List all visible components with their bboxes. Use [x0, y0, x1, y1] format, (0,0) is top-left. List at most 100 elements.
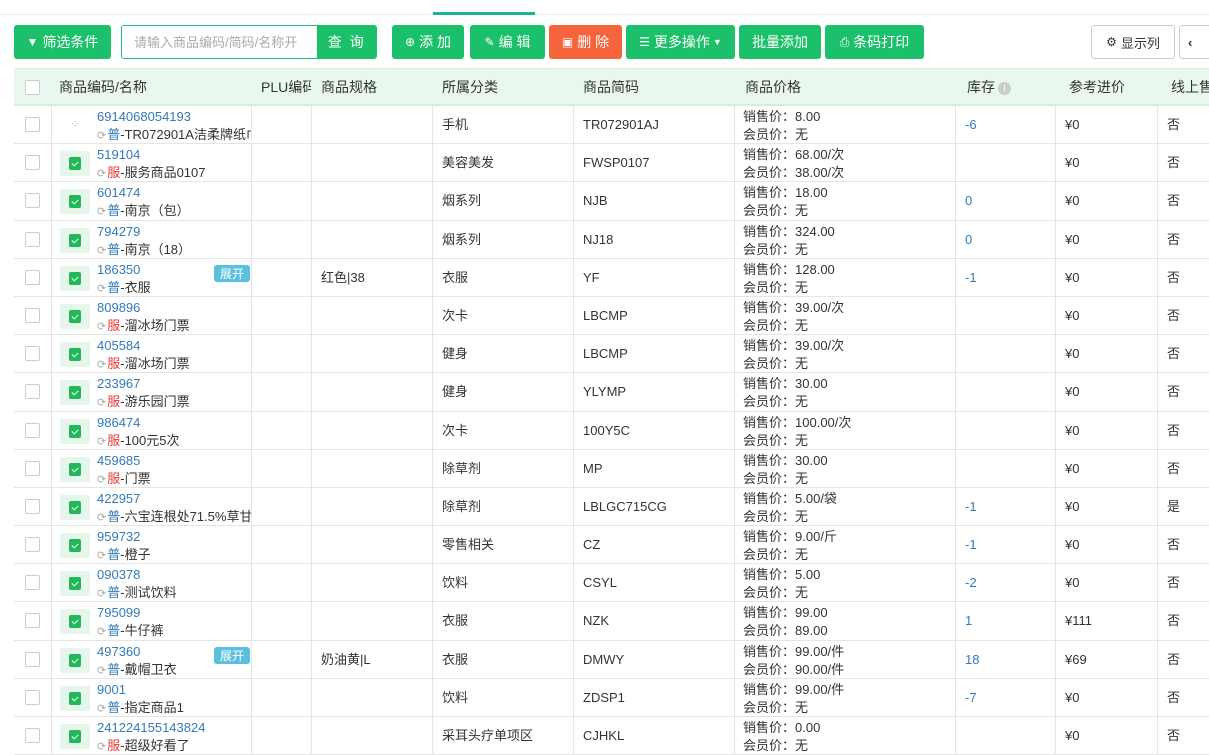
row-checkbox[interactable]: [25, 498, 40, 514]
row-checkbox[interactable]: [25, 728, 40, 743]
row-checkbox[interactable]: [25, 689, 40, 705]
product-code[interactable]: 422957: [97, 491, 140, 506]
more-actions-button[interactable]: ☰ 更多操作 ▼: [626, 25, 735, 59]
add-button[interactable]: ⊕ 添 加: [392, 25, 464, 59]
row-checkbox[interactable]: [25, 384, 40, 400]
product-image[interactable]: [60, 456, 90, 482]
select-all-checkbox[interactable]: [25, 80, 40, 95]
stock-value[interactable]: -7: [965, 679, 977, 716]
product-code[interactable]: 809896: [97, 300, 140, 315]
product-code[interactable]: 794279: [97, 224, 140, 239]
stock-value[interactable]: -6: [965, 106, 977, 143]
table-row[interactable]: 601474 ⟳普-南京（包） 烟系列 NJB 销售价：18.00 会员价：无 0 ¥0 否: [14, 182, 1209, 221]
batch-add-button[interactable]: 批量添加: [739, 25, 821, 59]
header-spec[interactable]: 商品规格: [321, 69, 377, 105]
row-checkbox[interactable]: [25, 193, 40, 209]
stock-value[interactable]: -1: [965, 526, 977, 563]
show-columns-button[interactable]: ⚙ 显示列: [1091, 25, 1175, 59]
table-row[interactable]: 986474 ⟳服-100元5次 次卡 100Y5C 销售价：100.00/次 会员价：无…: [14, 411, 1209, 450]
header-plu[interactable]: PLU编码: [261, 69, 311, 105]
header-online[interactable]: 线上售: [1171, 69, 1209, 105]
product-image[interactable]: [60, 533, 90, 559]
product-code[interactable]: 601474: [97, 185, 140, 200]
product-code[interactable]: 9001: [97, 682, 126, 697]
product-code[interactable]: 233967: [97, 376, 140, 391]
row-checkbox[interactable]: [25, 422, 40, 438]
search-input[interactable]: [122, 26, 318, 58]
delete-button[interactable]: ▣ 删 除: [549, 25, 622, 59]
back-button[interactable]: ‹: [1179, 25, 1209, 59]
product-code[interactable]: 519104: [97, 147, 140, 162]
filter-button[interactable]: ▼ 筛选条件: [14, 25, 111, 59]
table-row[interactable]: 794279 ⟳普-南京（18） 烟系列 NJ18 销售价：324.00 会员价：无 0 ¥0…: [14, 220, 1209, 259]
row-checkbox[interactable]: [25, 231, 40, 247]
product-image[interactable]: ⁘: [60, 113, 90, 138]
row-checkbox[interactable]: [25, 269, 40, 285]
table-row[interactable]: 405584 ⟳服-溜冰场门票 健身 LBCMP 销售价：39.00/次 会员价：无 ¥0 否: [14, 335, 1209, 374]
product-image[interactable]: [60, 380, 90, 406]
row-checkbox[interactable]: [25, 575, 40, 591]
row-checkbox[interactable]: [25, 651, 40, 667]
stock-value[interactable]: 0: [965, 221, 972, 258]
product-image[interactable]: [60, 151, 90, 177]
edit-button[interactable]: ✎ 编 辑: [470, 25, 545, 59]
expand-button[interactable]: 展开: [214, 646, 250, 664]
header-short-code[interactable]: 商品简码: [583, 69, 639, 105]
row-checkbox[interactable]: [25, 307, 40, 323]
stock-value[interactable]: 18: [965, 641, 979, 678]
barcode-print-button[interactable]: ⎙ 条码打印: [825, 25, 924, 59]
table-row[interactable]: 809896 ⟳服-溜冰场门票 次卡 LBCMP 销售价：39.00/次 会员价：无 ¥0 否: [14, 296, 1209, 336]
product-code[interactable]: 497360: [97, 644, 140, 659]
product-code[interactable]: 959732: [97, 529, 140, 544]
table-row[interactable]: 422957 ⟳普-六宝连根处71.5%草甘 除草剂 LBLGC715CG 销售价：5.…: [14, 487, 1209, 527]
search-button[interactable]: 查 询: [317, 26, 376, 58]
info-icon[interactable]: i: [998, 81, 1011, 95]
stock-value[interactable]: -2: [965, 564, 977, 601]
row-checkbox[interactable]: [25, 346, 40, 362]
table-row[interactable]: 497360 ⟳普-戴帽卫衣 展开 奶油黄|L 衣服 DMWY 销售价：99.00/件 会员价…: [14, 640, 1209, 679]
header-price[interactable]: 商品价格: [745, 69, 801, 105]
table-row[interactable]: 241224155143824 ⟳服-超级好看了 采耳头疗单项区 CJHKL 销售价：0…: [14, 717, 1209, 755]
row-checkbox[interactable]: [25, 613, 40, 629]
product-image[interactable]: [60, 647, 90, 673]
product-image[interactable]: [60, 265, 90, 291]
product-image[interactable]: [60, 418, 90, 444]
row-checkbox[interactable]: [25, 155, 40, 171]
header-category[interactable]: 所属分类: [442, 69, 498, 105]
row-checkbox[interactable]: [25, 460, 40, 476]
product-image[interactable]: [60, 189, 90, 215]
product-code[interactable]: 241224155143824: [97, 720, 205, 735]
table-row[interactable]: 186350 ⟳普-衣服 展开 红色|38 衣服 YF 销售价：128.00 会员价：无 -1 ¥…: [14, 258, 1209, 297]
header-stock[interactable]: 库存 i: [967, 69, 1011, 105]
header-code-name[interactable]: 商品编码/名称: [59, 69, 147, 105]
product-image[interactable]: [60, 609, 90, 635]
stock-value[interactable]: -1: [965, 488, 977, 525]
product-image[interactable]: [60, 303, 90, 329]
table-row[interactable]: 459685 ⟳服-门票 除草剂 MP 销售价：30.00 会员价：无 ¥0 否: [14, 449, 1209, 488]
product-code[interactable]: 405584: [97, 338, 140, 353]
table-row[interactable]: ⁘ 6914068054193 ⟳普-TR072901A洁柔牌纸巾 手机 TR07290…: [14, 106, 1209, 145]
stock-value[interactable]: 0: [965, 182, 972, 219]
table-row[interactable]: 9001 ⟳普-指定商品1 饮料 ZDSP1 销售价：99.00/件 会员价：无 -7 ¥0 否: [14, 678, 1209, 717]
product-image[interactable]: [60, 724, 90, 749]
product-code[interactable]: 090378: [97, 567, 140, 582]
product-code[interactable]: 186350: [97, 262, 140, 277]
row-checkbox[interactable]: [25, 117, 40, 132]
row-checkbox[interactable]: [25, 537, 40, 553]
product-image[interactable]: [60, 685, 90, 711]
product-image[interactable]: [60, 494, 90, 520]
stock-value[interactable]: 1: [965, 602, 972, 639]
expand-button[interactable]: 展开: [214, 264, 250, 282]
table-row[interactable]: 519104 ⟳服-服务商品0107 美容美发 FWSP0107 销售价：68.00/次…: [14, 144, 1209, 183]
header-ref-price[interactable]: 参考进价: [1069, 69, 1125, 105]
table-row[interactable]: 233967 ⟳服-游乐园门票 健身 YLYMP 销售价：30.00 会员价：无 ¥0 否: [14, 373, 1209, 412]
product-code[interactable]: 795099: [97, 605, 140, 620]
table-row[interactable]: 959732 ⟳普-橙子 零售相关 CZ 销售价：9.00/斤 会员价：无 -1 ¥0 否: [14, 526, 1209, 565]
product-image[interactable]: [60, 571, 90, 597]
product-code[interactable]: 6914068054193: [97, 109, 191, 124]
product-code[interactable]: 459685: [97, 453, 140, 468]
stock-value[interactable]: -1: [965, 259, 977, 296]
table-row[interactable]: 795099 ⟳普-牛仔裤 衣服 NZK 销售价：99.00 会员价：89.00 1 ¥111…: [14, 602, 1209, 641]
product-code[interactable]: 986474: [97, 415, 140, 430]
product-image[interactable]: [60, 227, 90, 253]
